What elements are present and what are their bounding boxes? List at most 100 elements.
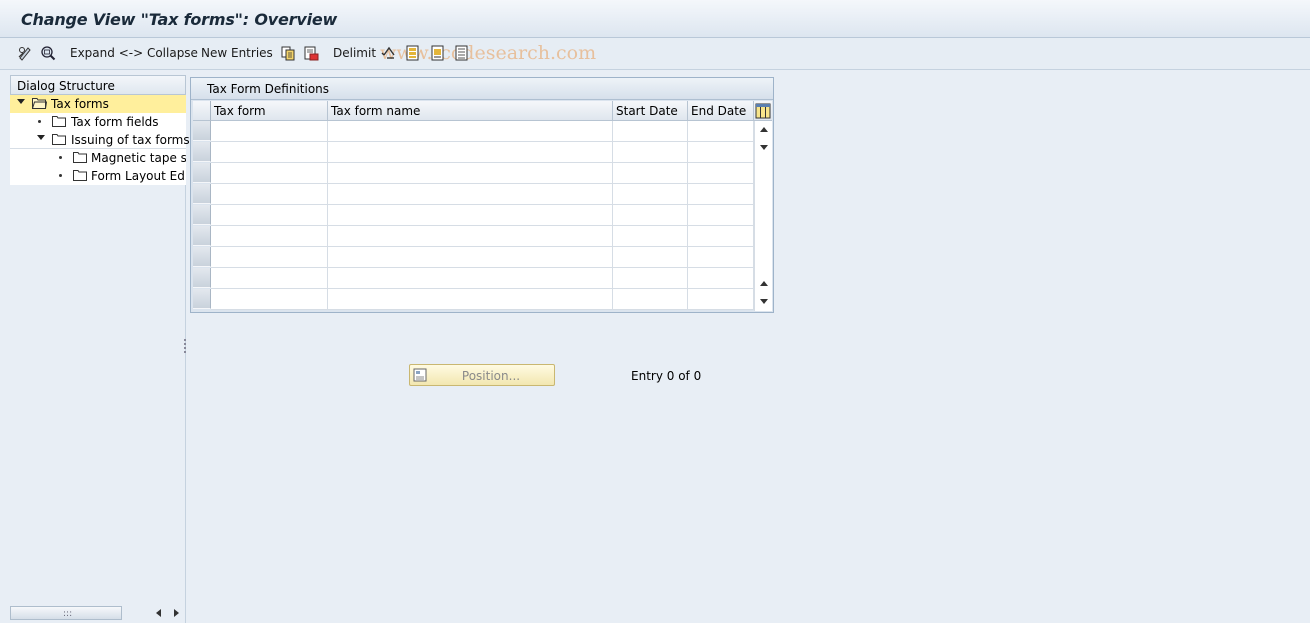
table-cell[interactable] — [688, 226, 754, 247]
table-cell[interactable] — [328, 121, 613, 142]
row-selector-button[interactable] — [193, 163, 211, 183]
table-cell[interactable] — [211, 205, 328, 226]
scroll-page-up-icon[interactable] — [760, 281, 768, 286]
table-cell[interactable] — [328, 205, 613, 226]
scroll-page-down-icon[interactable] — [760, 145, 768, 150]
table-cell[interactable] — [211, 121, 328, 142]
expand-arrow-icon[interactable] — [37, 135, 45, 140]
table-cell[interactable] — [613, 184, 688, 205]
entry-counter: Entry 0 of 0 — [631, 369, 702, 383]
table-cell[interactable] — [688, 205, 754, 226]
tree-item-issuing-tax-forms[interactable]: Issuing of tax forms — [10, 131, 190, 149]
select-block-icon[interactable] — [429, 44, 447, 62]
scroll-left-icon[interactable] — [156, 609, 161, 617]
column-header-tax-form-name[interactable]: Tax form name — [328, 101, 613, 121]
position-button[interactable]: Position... — [409, 364, 555, 386]
tree-item-label: Magnetic tape st — [91, 151, 186, 165]
grip-icon: ::: — [63, 609, 73, 619]
table-cell[interactable] — [613, 226, 688, 247]
expand-arrow-icon[interactable] — [17, 99, 25, 104]
table-cell[interactable] — [328, 184, 613, 205]
leaf-bullet-icon — [38, 120, 41, 123]
table-cell[interactable] — [613, 163, 688, 184]
table-cell[interactable] — [613, 247, 688, 268]
row-selector-button[interactable] — [193, 289, 211, 309]
table-cell[interactable] — [688, 163, 754, 184]
row-selector-button[interactable] — [193, 121, 211, 141]
column-header-label: Tax form name — [331, 104, 421, 118]
table-cell[interactable] — [688, 268, 754, 289]
scroll-down-icon[interactable] — [760, 299, 768, 304]
tree-horizontal-scrollbar[interactable]: ::: — [10, 605, 186, 621]
column-header-start-date[interactable]: Start Date — [613, 101, 688, 121]
display-change-icon[interactable] — [16, 44, 34, 62]
title-bar: Change View "Tax forms": Overview — [0, 0, 1310, 38]
tree-item-tax-forms[interactable]: Tax forms — [10, 95, 186, 113]
row-selector-button[interactable] — [193, 184, 211, 204]
deselect-all-icon[interactable] — [453, 44, 471, 62]
table-settings-icon — [755, 103, 771, 119]
column-header-tax-form[interactable]: Tax form — [211, 101, 328, 121]
new-entries-button[interactable]: New Entries — [201, 46, 273, 60]
select-all-rows-button[interactable] — [193, 101, 211, 121]
folder-icon — [73, 169, 88, 181]
tree-item-tax-form-fields[interactable]: Tax form fields — [10, 113, 186, 131]
delimit-button[interactable]: Delimit — [333, 46, 376, 60]
table-cell[interactable] — [328, 226, 613, 247]
table-cell[interactable] — [211, 142, 328, 163]
table-cell[interactable] — [688, 184, 754, 205]
tree-item-label: Tax forms — [51, 97, 109, 111]
table-cell[interactable] — [328, 247, 613, 268]
pane-splitter-handle[interactable] — [184, 338, 187, 358]
column-header-end-date[interactable]: End Date — [688, 101, 754, 121]
table-cell[interactable] — [328, 268, 613, 289]
tree-item-label: Issuing of tax forms — [71, 133, 190, 147]
row-selector-button[interactable] — [193, 205, 211, 225]
tree-item-magnetic-tape[interactable]: Magnetic tape st — [10, 149, 186, 167]
table-cell[interactable] — [211, 163, 328, 184]
scrollbar-thumb[interactable]: ::: — [10, 606, 122, 620]
table-cell[interactable] — [328, 289, 613, 310]
scroll-up-icon[interactable] — [760, 127, 768, 132]
table-cell[interactable] — [211, 226, 328, 247]
table-cell[interactable] — [211, 247, 328, 268]
table-vertical-scrollbar[interactable] — [754, 121, 772, 311]
other-view-icon[interactable] — [39, 44, 57, 62]
copy-as-icon[interactable] — [279, 44, 297, 62]
row-selector-button[interactable] — [193, 247, 211, 267]
expand-collapse-button[interactable]: Expand <-> Collapse — [70, 46, 198, 60]
page-title: Change View "Tax forms": Overview — [21, 10, 338, 29]
undo-change-icon[interactable] — [380, 44, 398, 62]
table-cell[interactable] — [688, 142, 754, 163]
dialog-structure-pane: Dialog Structure Tax forms Tax form fiel… — [8, 75, 190, 623]
folder-icon — [52, 115, 67, 127]
leaf-bullet-icon — [59, 174, 62, 177]
column-header-label: Start Date — [616, 104, 678, 118]
table-cell[interactable] — [211, 268, 328, 289]
table-cell[interactable] — [613, 121, 688, 142]
row-selector-button[interactable] — [193, 268, 211, 288]
folder-icon — [73, 151, 88, 163]
table-cell[interactable] — [211, 184, 328, 205]
table-cell[interactable] — [688, 121, 754, 142]
column-header-label: End Date — [691, 104, 747, 118]
select-all-icon[interactable] — [404, 44, 422, 62]
table-cell[interactable] — [328, 142, 613, 163]
table-cell[interactable] — [613, 205, 688, 226]
folder-icon — [52, 133, 67, 145]
tree-item-form-layout-edit[interactable]: Form Layout Edit — [10, 167, 186, 185]
row-selector-button[interactable] — [193, 226, 211, 246]
row-selector-button[interactable] — [193, 142, 211, 162]
delete-icon[interactable] — [302, 44, 320, 62]
table-cell[interactable] — [211, 289, 328, 310]
scroll-right-icon[interactable] — [174, 609, 179, 617]
table-cell[interactable] — [688, 247, 754, 268]
table-cell[interactable] — [688, 289, 754, 310]
table-cell[interactable] — [613, 289, 688, 310]
table-cell[interactable] — [613, 268, 688, 289]
table-cell[interactable] — [328, 163, 613, 184]
table-cell[interactable] — [613, 142, 688, 163]
column-settings-button[interactable] — [754, 101, 772, 121]
leaf-bullet-icon — [59, 156, 62, 159]
dialog-structure-tree: Tax forms Tax form fields Issuing of tax… — [10, 95, 190, 185]
